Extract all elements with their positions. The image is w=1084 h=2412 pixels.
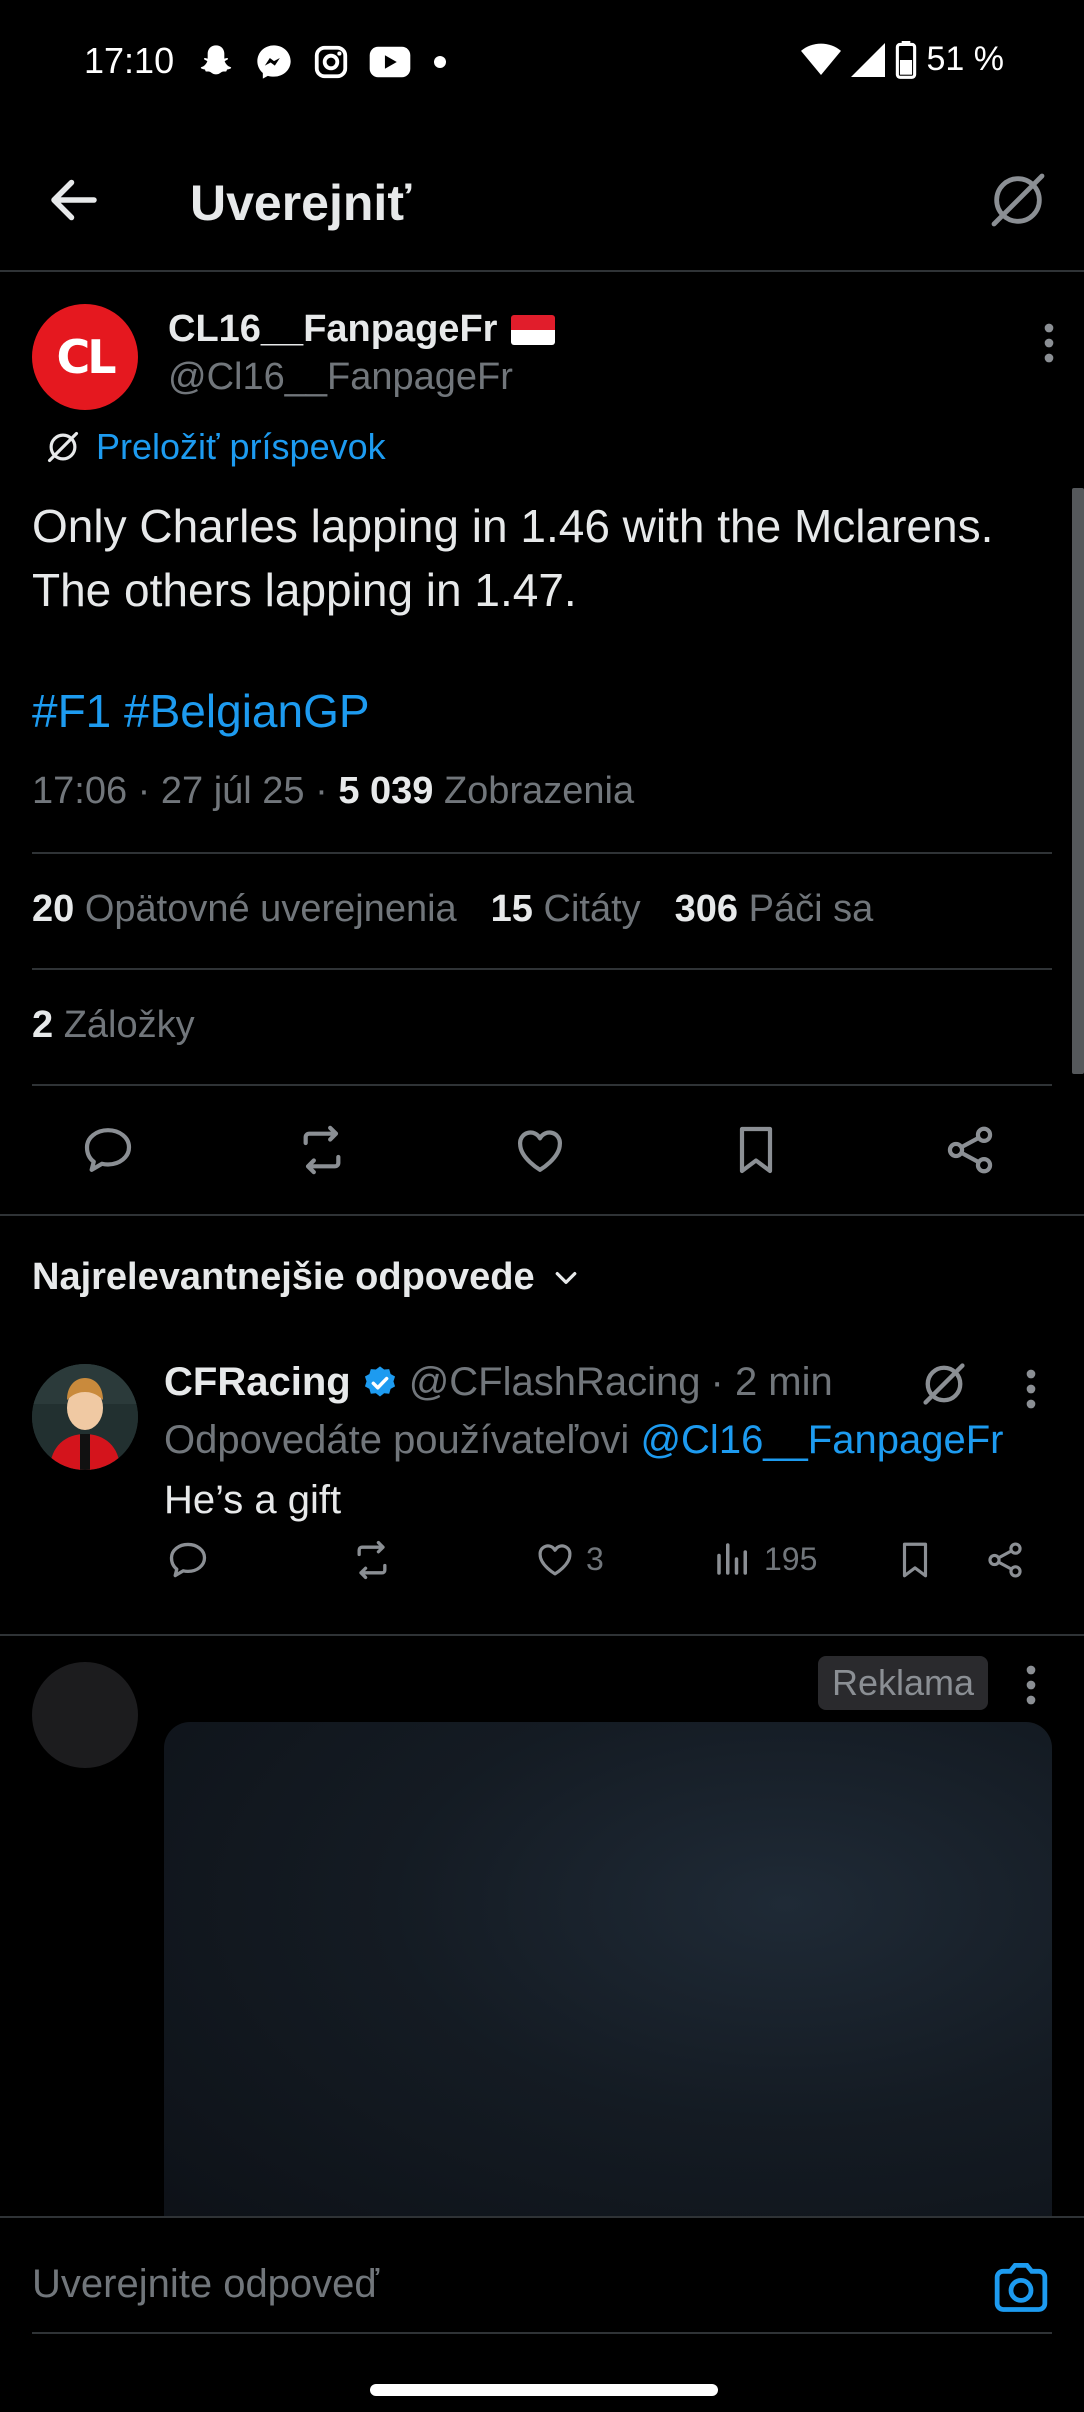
battery-icon	[895, 40, 916, 79]
replying-to-handle[interactable]: @Cl16__FanpageFr	[640, 1418, 1003, 1462]
verified-badge-icon	[364, 1365, 395, 1396]
replying-to-prefix: Odpovedáte používateľovi	[164, 1418, 641, 1462]
snapchat-icon	[200, 45, 232, 75]
page-title: Uverejniť	[190, 175, 412, 231]
repost-icon[interactable]	[294, 1122, 350, 1178]
bookmark-icon[interactable]	[728, 1122, 784, 1178]
analytics-bars-icon	[717, 1543, 747, 1575]
likes-stat[interactable]: 306 Páči sa	[675, 888, 874, 931]
avatar-logo-text: CL	[56, 330, 116, 384]
share-icon	[988, 1542, 1022, 1578]
reply-avatar[interactable]	[32, 1364, 138, 1470]
reply-bookmark-button[interactable]	[894, 1538, 936, 1582]
reply-input[interactable]: Uverejnite odpoveď	[32, 2262, 379, 2307]
composer-underline	[32, 2332, 1052, 2334]
status-app-icons	[196, 42, 450, 82]
reply-icon[interactable]	[80, 1122, 136, 1178]
translate-icon[interactable]	[986, 168, 1050, 232]
reply-reply-button[interactable]	[166, 1538, 210, 1582]
repost-icon	[357, 1540, 387, 1580]
replies-sort-dropdown[interactable]: Najrelevantnejšie odpovede	[32, 1256, 581, 1299]
reply-action-bar: 3 195	[0, 1538, 1084, 1618]
status-time: 17:10	[84, 40, 175, 81]
more-options-icon[interactable]	[1016, 1660, 1046, 1710]
signal-icon	[850, 42, 885, 77]
quotes-stat[interactable]: 15 Citáty	[491, 888, 641, 931]
bookmarks-stat[interactable]: 2 Záložky	[32, 1004, 195, 1047]
home-indicator[interactable]	[370, 2384, 718, 2396]
views-label[interactable]: Zobrazenia	[433, 770, 634, 812]
reply-item[interactable]: CFRacing @CFlashRacing · 2 min Odpovedát…	[0, 1340, 1084, 1630]
instagram-icon	[314, 45, 348, 79]
reply-author-handle[interactable]: @CFlashRacing	[409, 1360, 701, 1405]
divider	[0, 1214, 1084, 1216]
translate-post-link[interactable]: Preložiť príspevok	[44, 426, 386, 468]
views-count: 5 039	[338, 770, 434, 812]
post-meta: 17:06 · 27 júl 25 · 5 039 Zobrazenia	[32, 770, 634, 813]
reply-repost-button[interactable]	[350, 1538, 394, 1582]
share-icon[interactable]	[942, 1122, 998, 1178]
reply-text: He’s a gift	[164, 1478, 342, 1522]
author-name-text: CL16__FanpageFr	[168, 308, 498, 350]
author-handle[interactable]: @Cl16__FanpageFr	[168, 356, 513, 399]
reply-like-button[interactable]: 3	[534, 1538, 604, 1580]
ad-media[interactable]	[164, 1722, 1052, 2242]
post-hashtags[interactable]: #F1 #BelgianGP	[32, 684, 370, 738]
translate-post-label: Preložiť príspevok	[96, 426, 386, 467]
status-bar: 17:10 51 %	[0, 0, 1084, 126]
back-arrow-icon[interactable]	[44, 170, 104, 230]
camera-icon[interactable]	[990, 2258, 1052, 2318]
status-right: 51 %	[800, 40, 1005, 79]
like-heart-icon[interactable]	[512, 1122, 568, 1178]
driver-avatar-icon	[32, 1364, 138, 1470]
messenger-icon	[257, 45, 291, 79]
reply-time: · 2 min	[710, 1360, 833, 1404]
top-bar: Uverejniť	[0, 126, 1084, 272]
more-options-icon[interactable]	[1016, 1364, 1046, 1414]
ad-badge: Reklama	[818, 1656, 989, 1710]
reply-header: CFRacing @CFlashRacing · 2 min	[164, 1360, 833, 1405]
bookmark-icon	[902, 1542, 928, 1578]
reply-views-count: 195	[764, 1540, 818, 1577]
author-display-name[interactable]: CL16__FanpageFr	[168, 308, 556, 351]
reply-share-button[interactable]	[984, 1538, 1026, 1582]
author-avatar[interactable]: CL	[32, 304, 138, 410]
wifi-icon	[800, 43, 841, 75]
post-timestamp: 17:06 · 27 júl 25 ·	[32, 770, 339, 812]
replies-sort-label: Najrelevantnejšie odpovede	[32, 1256, 535, 1298]
post-text: Only Charles lapping in 1.46 with the Mc…	[32, 500, 994, 616]
battery-percent: 51 %	[926, 40, 1005, 78]
reply-icon	[169, 1542, 207, 1578]
scrollbar[interactable]	[1072, 488, 1084, 1074]
ad-avatar[interactable]	[32, 1662, 138, 1768]
post-action-bar	[0, 1082, 1084, 1212]
replying-to: Odpovedáte používateľovi @Cl16__FanpageF…	[164, 1418, 1003, 1463]
reposts-stat[interactable]: 20 Opätovné uverejnenia	[32, 888, 457, 931]
more-options-icon[interactable]	[1034, 318, 1064, 368]
chevron-down-icon	[555, 1271, 577, 1284]
translate-icon	[47, 431, 79, 463]
monaco-flag-icon	[511, 314, 556, 345]
divider	[32, 852, 1052, 854]
post-stats: 20 Opätovné uverejnenia 15 Citáty 306 Pá…	[32, 888, 873, 931]
reply-author-name[interactable]: CFRacing	[164, 1360, 351, 1405]
translate-icon[interactable]	[918, 1358, 970, 1410]
reply-views-button[interactable]: 195	[712, 1538, 817, 1580]
notification-dot-icon	[434, 56, 446, 68]
promoted-post[interactable]: Reklama	[0, 1636, 1084, 2242]
like-heart-icon	[538, 1544, 572, 1576]
reply-composer: Uverejnite odpoveď	[0, 2216, 1084, 2412]
reply-like-count: 3	[586, 1540, 604, 1577]
divider	[32, 968, 1052, 970]
youtube-icon	[369, 46, 411, 78]
